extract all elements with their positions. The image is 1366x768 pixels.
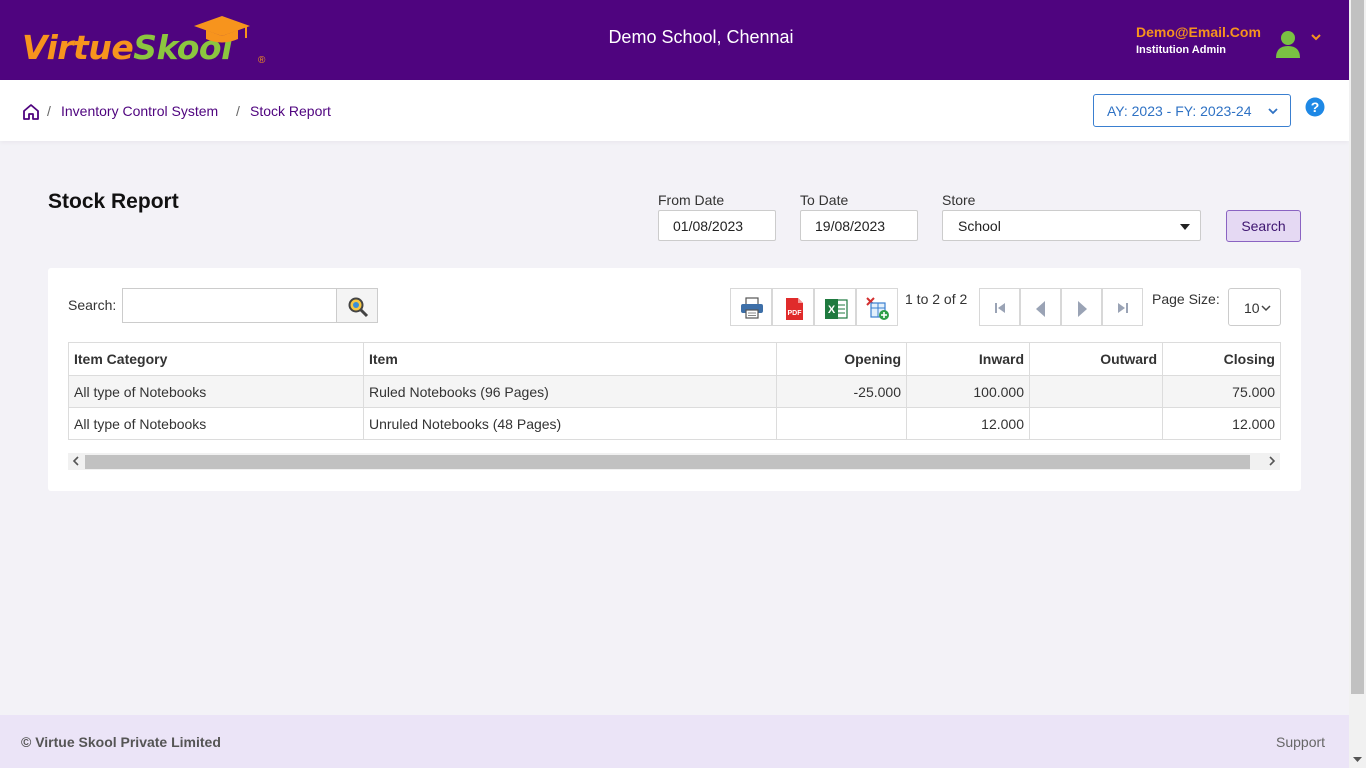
grid-search-label: Search: <box>68 297 117 313</box>
svg-text:X: X <box>828 304 836 316</box>
pdf-icon: PDF <box>786 298 803 320</box>
footer: © Virtue Skool Private Limited Support <box>0 715 1349 768</box>
print-button[interactable] <box>730 288 772 326</box>
previous-page-button[interactable] <box>1020 288 1061 326</box>
column-header-opening[interactable]: Opening <box>776 342 907 376</box>
svg-text:PDF: PDF <box>788 310 803 317</box>
top-header: VirtueSkool ® Demo School, Chennai Demo@… <box>0 0 1349 80</box>
page-title: Stock Report <box>48 190 179 213</box>
export-excel-button[interactable]: X <box>814 288 856 326</box>
breadcrumb-bar: / Inventory Control System / Stock Repor… <box>0 80 1349 141</box>
store-label: Store <box>942 192 976 208</box>
page-size-value: 10 <box>1244 300 1260 316</box>
horizontal-scroll-thumb[interactable] <box>85 455 1250 469</box>
next-page-icon <box>1078 301 1087 317</box>
cell-item-category: All type of Notebooks <box>68 407 364 440</box>
first-page-icon <box>995 303 1005 313</box>
cell-item-category: All type of Notebooks <box>68 375 364 408</box>
cell-item: Unruled Notebooks (48 Pages) <box>363 407 777 440</box>
last-page-icon <box>1118 303 1128 313</box>
table-add-icon <box>866 297 889 320</box>
column-header-outward[interactable]: Outward <box>1029 342 1163 376</box>
report-card: Search: PDF X 1 to 2 of 2 Page Size: 10 … <box>48 268 1301 491</box>
cell-inward: 12.000 <box>906 407 1030 440</box>
school-name: Demo School, Chennai <box>608 27 794 47</box>
copyright-text: © Virtue Skool Private Limited <box>21 734 221 750</box>
academic-year-select[interactable]: AY: 2023 - FY: 2023-24 <box>1093 94 1291 127</box>
search-icon <box>348 297 369 318</box>
cell-inward: 100.000 <box>906 375 1030 408</box>
breadcrumb-inventory[interactable]: Inventory Control System <box>61 103 218 119</box>
page-size-select[interactable]: 10 <box>1228 288 1281 326</box>
support-link[interactable]: Support <box>1276 734 1325 750</box>
from-date-label: From Date <box>658 192 725 208</box>
horizontal-scrollbar[interactable] <box>68 453 1280 470</box>
export-pdf-button[interactable]: PDF <box>772 288 814 326</box>
table-header-row: Item Category Item Opening Inward Outwar… <box>68 342 1281 376</box>
cell-opening <box>776 407 907 440</box>
cell-outward <box>1029 375 1163 408</box>
from-date-input[interactable]: 01/08/2023 <box>658 210 776 241</box>
store-value: School <box>958 218 1001 234</box>
svg-text:?: ? <box>1311 99 1320 115</box>
logo-registered-mark: ® <box>258 55 266 66</box>
scroll-left-icon[interactable] <box>72 456 80 466</box>
academic-year-value: AY: 2023 - FY: 2023-24 <box>1107 103 1252 119</box>
home-icon[interactable] <box>22 103 40 121</box>
user-email[interactable]: Demo@Email.Com <box>1136 24 1261 40</box>
search-button[interactable]: Search <box>1226 210 1301 242</box>
column-header-item-category[interactable]: Item Category <box>68 342 364 376</box>
cell-item: Ruled Notebooks (96 Pages) <box>363 375 777 408</box>
table-row[interactable]: All type of Notebooks Ruled Notebooks (9… <box>68 375 1281 408</box>
cell-outward <box>1029 407 1163 440</box>
help-icon[interactable]: ? <box>1305 97 1325 117</box>
virtueskool-logo[interactable]: VirtueSkool ® <box>22 14 272 70</box>
chevron-down-icon[interactable] <box>1310 32 1322 42</box>
last-page-button[interactable] <box>1102 288 1143 326</box>
grid-search-input[interactable] <box>122 288 337 323</box>
column-header-inward[interactable]: Inward <box>906 342 1030 376</box>
chevron-down-icon <box>1268 108 1278 115</box>
breadcrumb-stock-report[interactable]: Stock Report <box>250 103 331 119</box>
from-date-value: 01/08/2023 <box>673 218 744 234</box>
caret-down-icon <box>1180 224 1190 230</box>
to-date-label: To Date <box>800 192 849 208</box>
pager-info: 1 to 2 of 2 <box>905 291 968 307</box>
printer-icon <box>741 297 763 319</box>
reset-columns-button[interactable] <box>856 288 898 326</box>
cell-closing: 75.000 <box>1162 375 1281 408</box>
cell-opening: -25.000 <box>776 375 907 408</box>
cell-closing: 12.000 <box>1162 407 1281 440</box>
table-row[interactable]: All type of Notebooks Unruled Notebooks … <box>68 407 1281 440</box>
graduation-cap-icon <box>194 16 250 43</box>
breadcrumb-separator: / <box>47 103 51 119</box>
user-role: Institution Admin <box>1136 44 1227 56</box>
first-page-button[interactable] <box>979 288 1020 326</box>
vertical-scroll-thumb[interactable] <box>1351 0 1364 694</box>
vertical-scrollbar[interactable] <box>1349 0 1366 768</box>
store-select[interactable]: School <box>942 210 1201 241</box>
chevron-down-icon <box>1261 305 1271 312</box>
grid-search-button[interactable] <box>336 288 378 323</box>
column-header-item[interactable]: Item <box>363 342 777 376</box>
stock-report-table: Item Category Item Opening Inward Outwar… <box>68 342 1281 440</box>
previous-page-icon <box>1036 301 1045 317</box>
excel-icon: X <box>825 299 848 319</box>
to-date-input[interactable]: 19/08/2023 <box>800 210 918 241</box>
breadcrumb-separator: / <box>236 103 240 119</box>
scroll-right-icon[interactable] <box>1268 456 1276 466</box>
to-date-value: 19/08/2023 <box>815 218 886 234</box>
column-header-closing[interactable]: Closing <box>1162 342 1281 376</box>
next-page-button[interactable] <box>1061 288 1102 326</box>
scroll-down-icon[interactable] <box>1353 756 1362 763</box>
page-size-label: Page Size: <box>1152 291 1220 307</box>
user-avatar-icon[interactable] <box>1275 29 1301 59</box>
